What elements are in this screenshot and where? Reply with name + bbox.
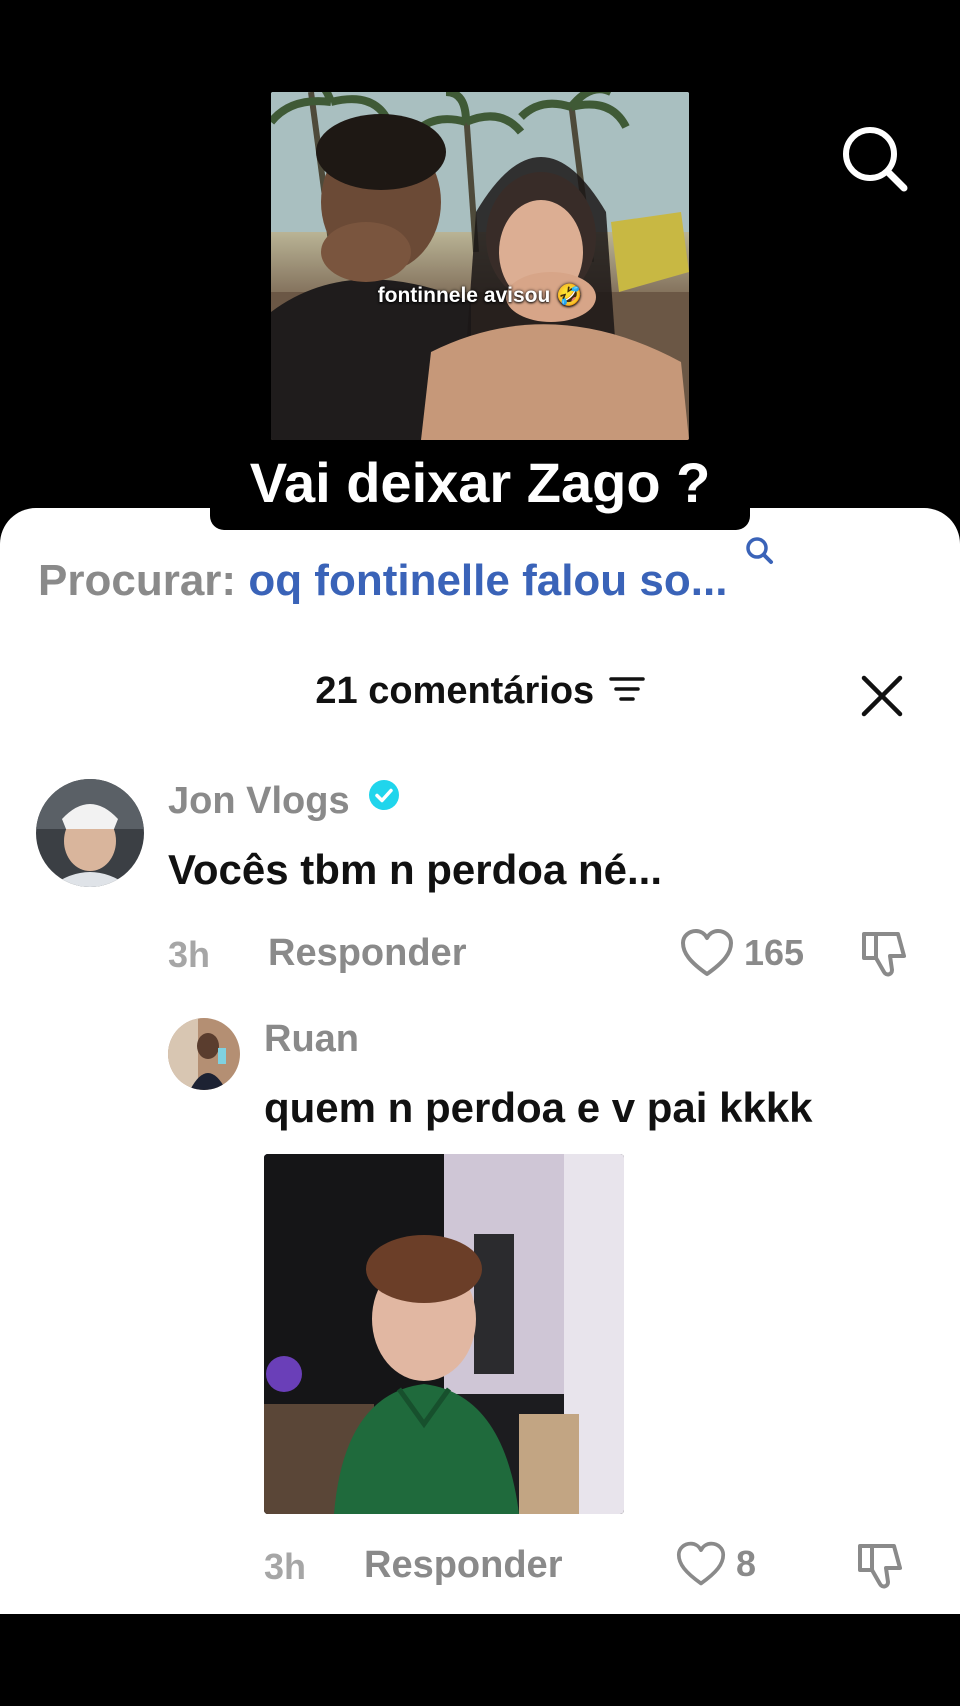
comment-text: Vocês tbm n perdoa né...	[168, 846, 662, 893]
comments-sheet: Procurar: oq fontinelle falou so... 21 c…	[0, 508, 960, 1614]
avatar[interactable]	[36, 779, 144, 887]
related-search[interactable]: Procurar: oq fontinelle falou so...	[38, 537, 773, 606]
comment-author-name[interactable]: Jon Vlogs	[168, 780, 350, 822]
search-label: Procurar:	[38, 556, 237, 605]
verified-badge-icon	[368, 778, 400, 821]
sort-filter-icon[interactable]	[608, 674, 645, 709]
search-query-icon	[744, 526, 774, 576]
search-button[interactable]	[840, 124, 910, 194]
heart-icon	[681, 929, 733, 976]
like-count: 165	[744, 932, 805, 973]
reply-like-button[interactable]: 8	[676, 1540, 756, 1588]
close-button[interactable]	[860, 674, 904, 718]
reply-image-illustration	[264, 1154, 624, 1514]
video-scene-illustration	[271, 92, 689, 440]
reply-dislike-button[interactable]	[856, 1540, 908, 1597]
reply-time: 3h	[264, 1546, 307, 1587]
search-query-link[interactable]: oq fontinelle falou so...	[248, 556, 727, 605]
reply-reply-button[interactable]: Responder	[364, 1544, 562, 1587]
dislike-button[interactable]	[860, 928, 912, 985]
reply-image[interactable]	[264, 1154, 624, 1514]
bottom-bar	[0, 1614, 960, 1706]
reply-button[interactable]: Responder	[268, 932, 466, 975]
reply-text: quem n perdoa e v pai kkkk	[264, 1084, 813, 1131]
reply-author[interactable]: Ruan	[264, 1018, 359, 1061]
comment-author[interactable]: Jon Vlogs	[168, 780, 400, 824]
comment-time: 3h	[168, 934, 211, 975]
reply-like-count: 8	[736, 1543, 757, 1584]
video-thumbnail[interactable]: fontinnele avisou 🤣	[271, 92, 689, 440]
search-icon	[843, 127, 908, 192]
video-caption: fontinnele avisou 🤣	[377, 284, 583, 307]
comments-header: 21 comentários	[0, 670, 960, 730]
video-title: Vai deixar Zago ?	[210, 448, 750, 530]
like-button[interactable]: 165	[680, 928, 804, 978]
comments-count: 21 comentários	[315, 670, 595, 712]
heart-icon	[676, 1541, 726, 1586]
thumbs-down-icon	[858, 1544, 902, 1589]
thumbs-down-icon	[862, 932, 906, 977]
reply-avatar[interactable]	[168, 1018, 240, 1090]
close-icon	[861, 675, 903, 717]
